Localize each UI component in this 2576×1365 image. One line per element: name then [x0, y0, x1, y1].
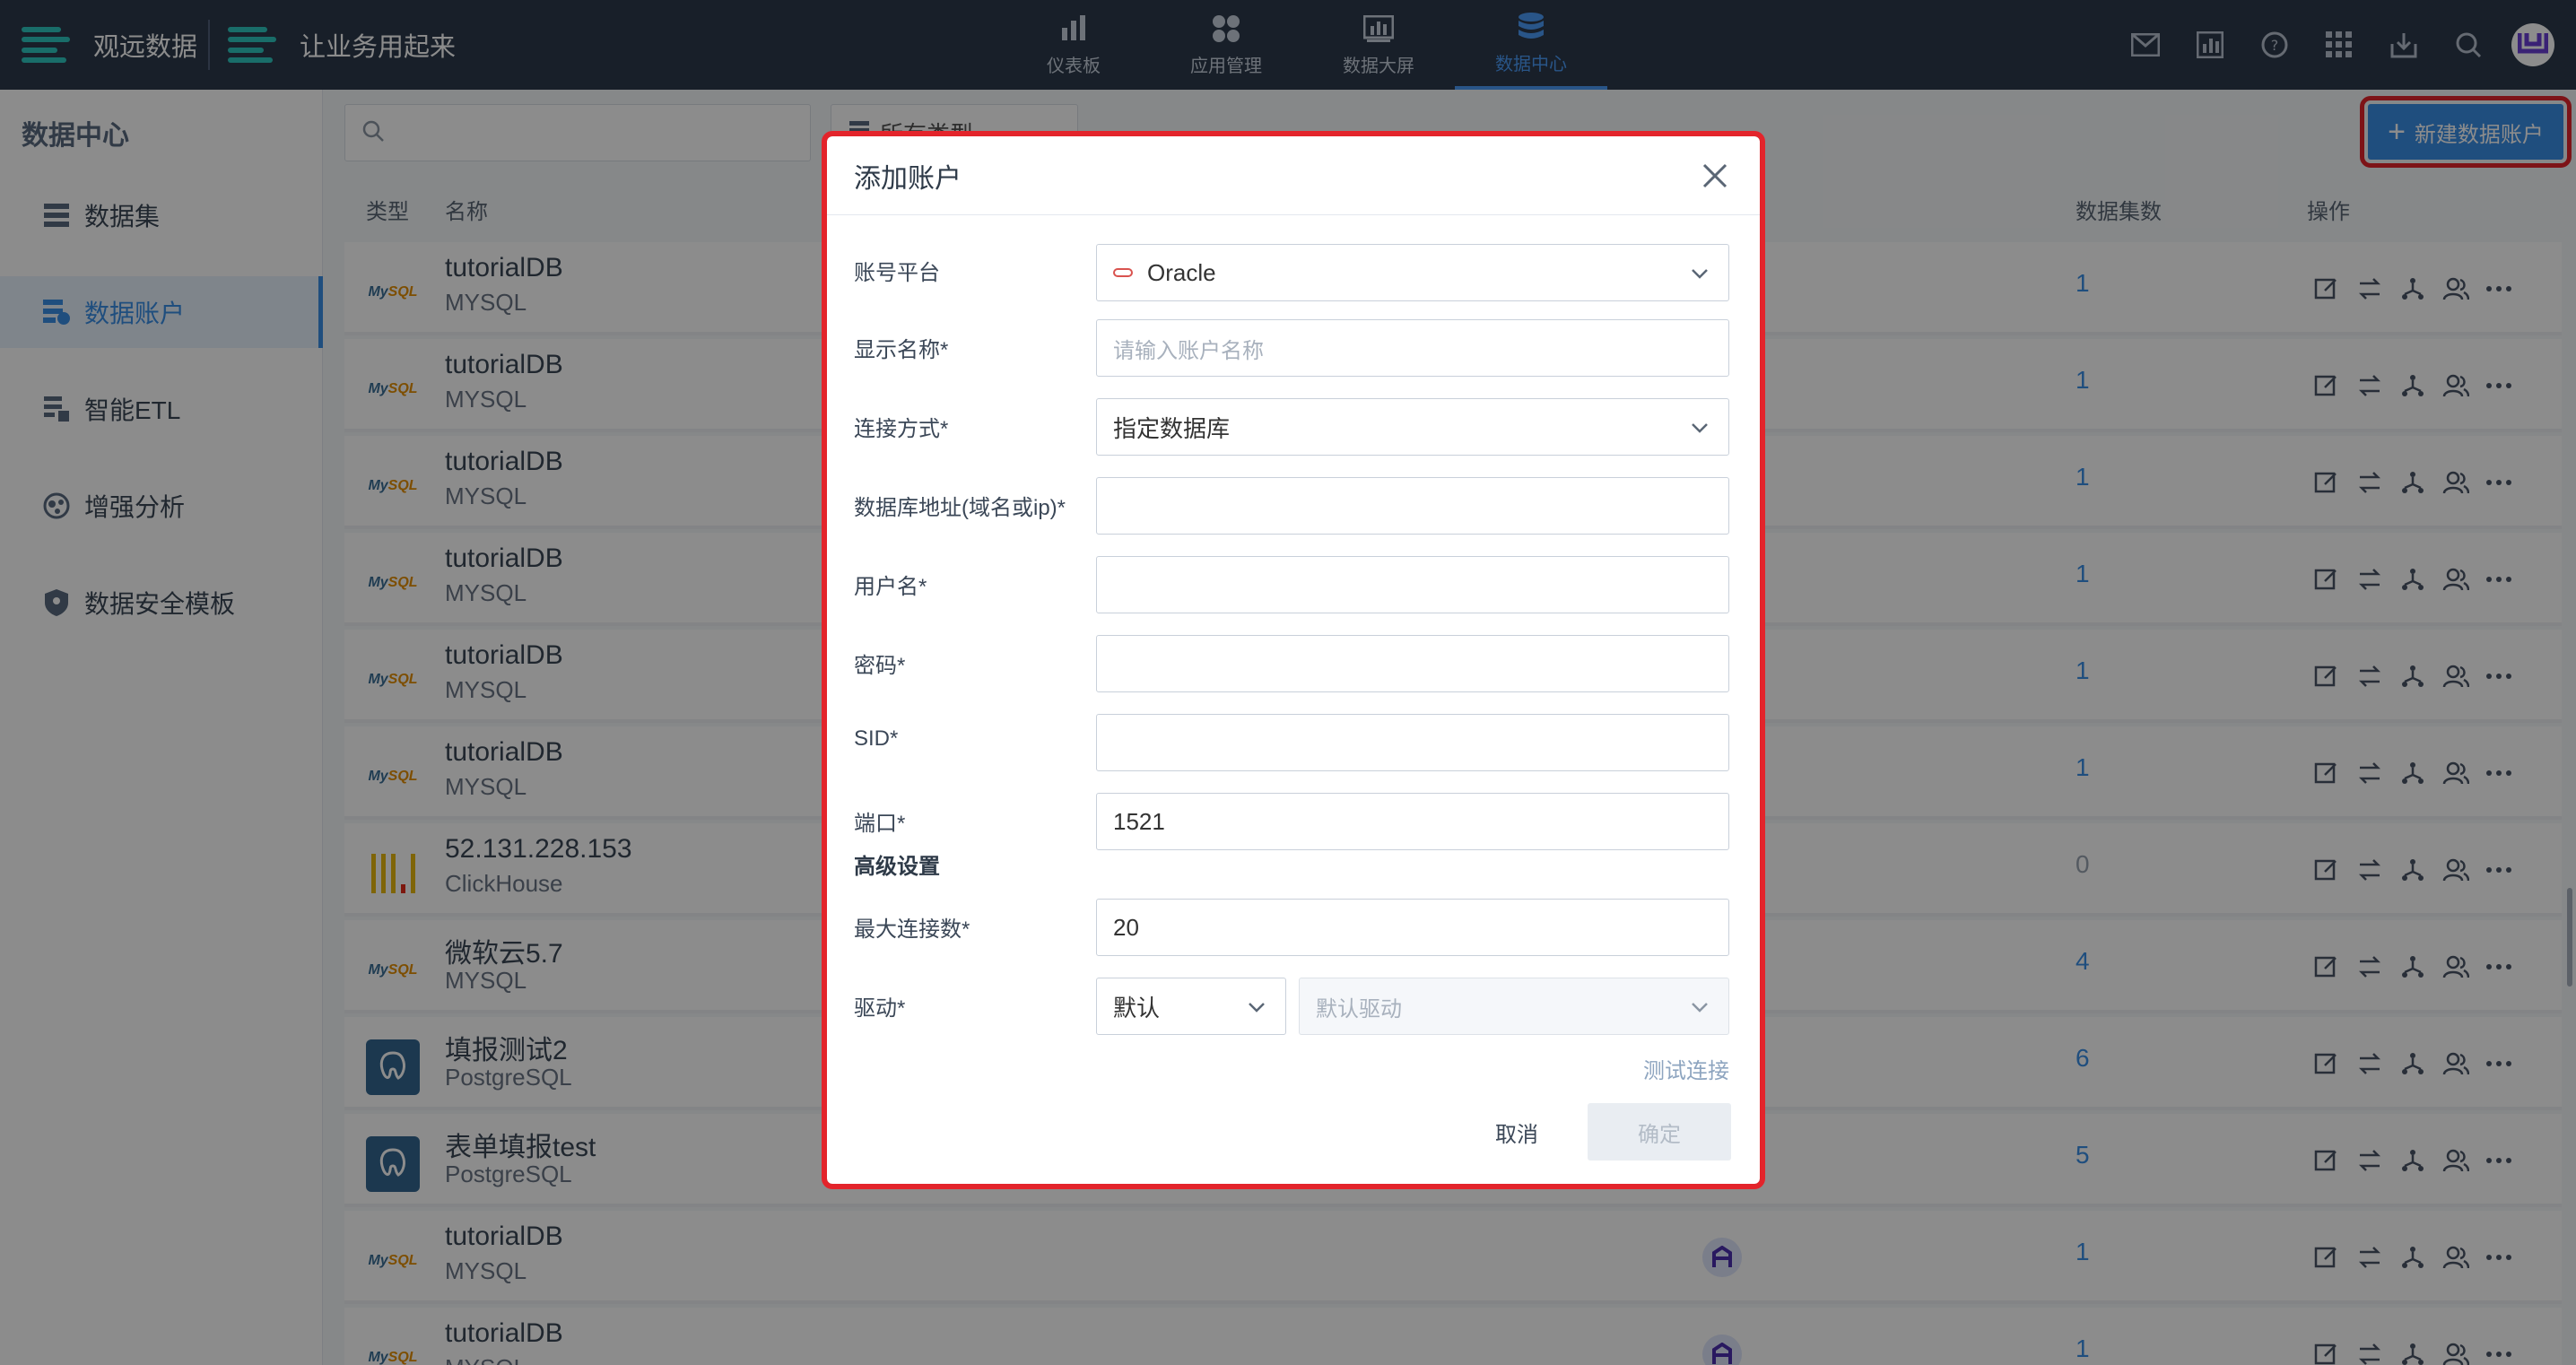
max-connections-input[interactable]: 20 [1096, 899, 1729, 956]
sid-input[interactable] [1096, 714, 1729, 771]
driver-type-value: 默认 [1113, 994, 1161, 1022]
display-name-input[interactable]: 请输入账户名称 [1096, 319, 1729, 377]
dialog-header: 添加账户 [827, 136, 1760, 215]
port-label: 端口* [854, 812, 906, 836]
platform-label: 账号平台 [854, 261, 940, 285]
max-connections-value: 20 [1113, 913, 1139, 941]
advanced-settings-heading: 高级设置 [854, 855, 940, 879]
port-value: 1521 [1113, 807, 1165, 835]
driver-type-select[interactable]: 默认 [1096, 978, 1286, 1035]
platform-select[interactable]: Oracle [1096, 244, 1729, 301]
chevron-down-icon [1689, 263, 1710, 291]
display-name-label: 显示名称* [854, 338, 949, 362]
password-label: 密码* [854, 654, 906, 678]
add-account-dialog: 添加账户 账号平台 Oracle 显示名称* 请输入账户名称 连接方式* 指定数… [822, 131, 1765, 1189]
oracle-logo-icon [1113, 268, 1133, 277]
chevron-down-icon [1689, 417, 1710, 445]
connect-mode-select[interactable]: 指定数据库 [1096, 398, 1729, 456]
password-input[interactable] [1096, 635, 1729, 692]
host-input[interactable] [1096, 477, 1729, 535]
close-icon[interactable] [1695, 156, 1735, 196]
chevron-down-icon [1246, 996, 1267, 1024]
port-input[interactable]: 1521 [1096, 793, 1729, 850]
max-connections-label: 最大连接数* [854, 917, 970, 942]
host-label: 数据库地址(域名或ip)* [854, 496, 1066, 520]
connect-mode-value: 指定数据库 [1113, 414, 1231, 442]
username-input[interactable] [1096, 556, 1729, 613]
username-label: 用户名* [854, 575, 927, 599]
confirm-button[interactable]: 确定 [1588, 1103, 1731, 1161]
sid-label: SID* [854, 726, 899, 751]
dialog-title: 添加账户 [854, 164, 962, 194]
driver-select[interactable]: 默认驱动 [1299, 978, 1729, 1035]
test-connection-link[interactable]: 测试连接 [1643, 1053, 1729, 1084]
connect-mode-label: 连接方式* [854, 417, 949, 441]
cancel-button[interactable]: 取消 [1460, 1103, 1573, 1161]
driver-placeholder: 默认驱动 [1316, 996, 1402, 1022]
driver-label: 驱动* [854, 996, 906, 1021]
display-name-placeholder: 请输入账户名称 [1113, 338, 1264, 363]
platform-value: Oracle [1147, 258, 1216, 286]
chevron-down-icon [1689, 996, 1710, 1024]
